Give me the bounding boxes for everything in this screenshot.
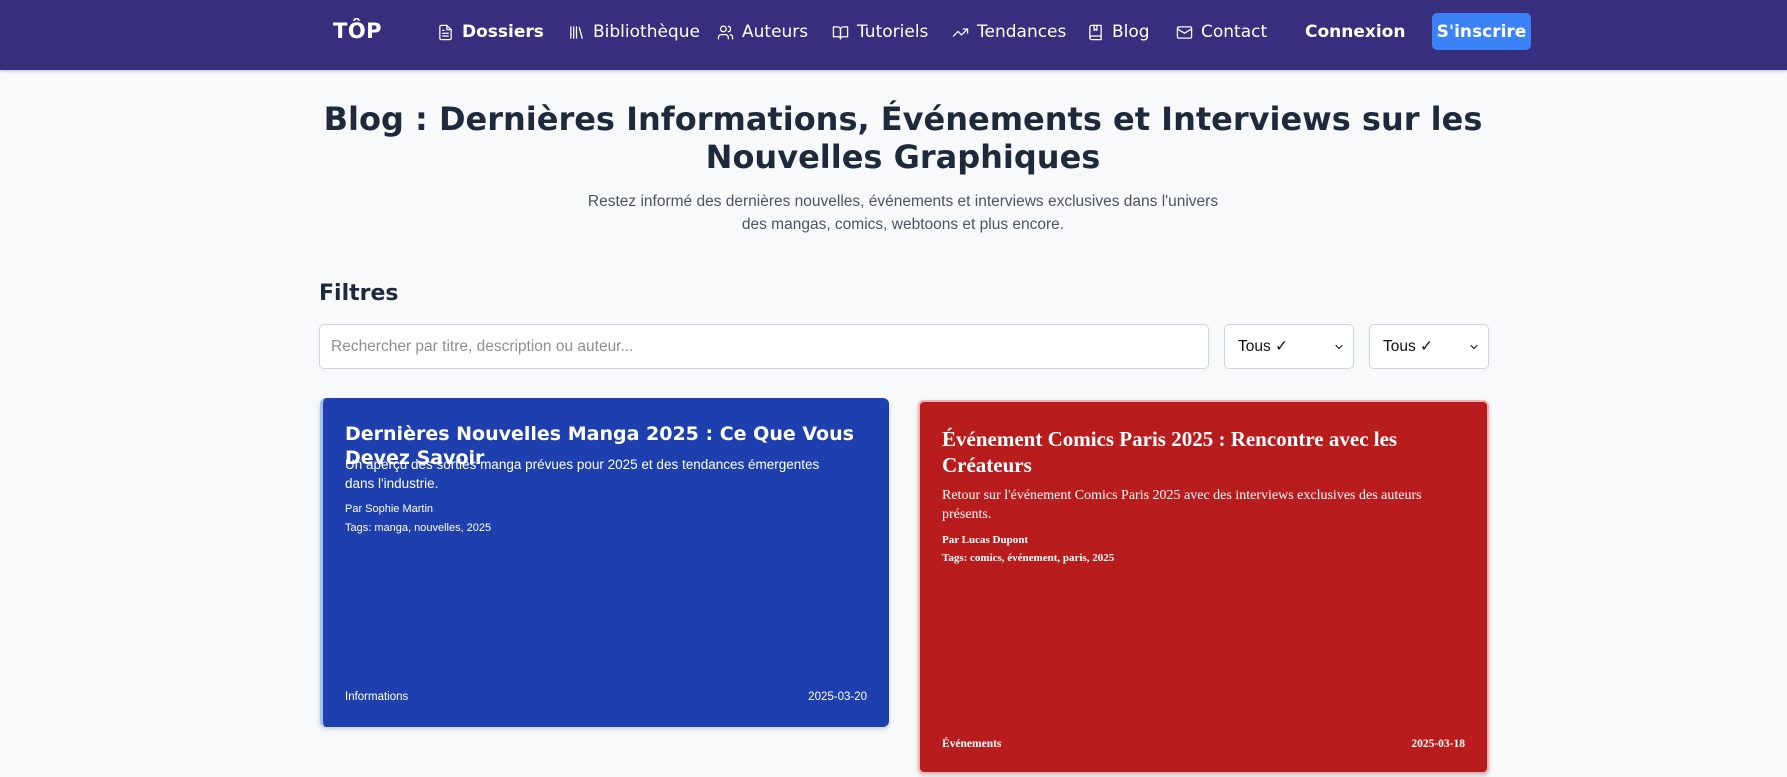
nav-item-tendances[interactable]: Tendances	[952, 19, 1066, 45]
nav-item-label: Contact	[1201, 22, 1268, 42]
card-author: Par Sophie Martin	[345, 503, 434, 515]
search-input[interactable]	[319, 324, 1209, 369]
book-icon	[1089, 24, 1102, 40]
card-tags: Tags: manga, nouvelles, 2025	[345, 522, 492, 534]
nav-item-label: Tendances	[977, 22, 1067, 42]
signup-button[interactable]: S'inscrire	[1432, 13, 1531, 50]
card-category: Événements	[942, 738, 1002, 750]
nav-item-tutoriels[interactable]: Tutoriels	[832, 19, 928, 45]
brand-logo[interactable]: TÔP	[333, 19, 382, 43]
nav-item-label: Dossiers	[462, 22, 544, 42]
mail-icon	[1176, 25, 1193, 39]
nav-item-auteurs[interactable]: Auteurs	[717, 19, 808, 45]
trending-up-icon	[952, 27, 969, 37]
card-date: 2025-03-20	[808, 691, 867, 703]
card-category: Informations	[345, 691, 409, 703]
card-author: Par Lucas Dupont	[942, 534, 1028, 546]
tag-select[interactable]: Tous ✓	[1369, 324, 1489, 369]
blog-card[interactable]: Dernières Nouvelles Manga 2025 : Ce Que …	[320, 398, 889, 727]
tag-select-value: Tous ✓	[1383, 338, 1434, 355]
page-subtitle: Restez informé des dernières nouvelles, …	[587, 193, 1219, 233]
nav-item-blog[interactable]: Blog	[1087, 19, 1150, 45]
nav-item-label: Bibliothèque	[593, 22, 700, 42]
login-link[interactable]: Connexion	[1305, 19, 1405, 45]
page-title: Blog : Dernières Informations, Événement…	[323, 100, 1483, 176]
chevron-down-icon	[1335, 344, 1343, 349]
chevron-down-icon	[1470, 344, 1478, 349]
card-tags: Tags: comics, événement, paris, 2025	[942, 552, 1115, 564]
nav-item-label: Tutoriels	[857, 22, 929, 42]
users-icon	[717, 24, 734, 40]
card-title: Événement Comics Paris 2025 : Rencontre …	[942, 427, 1398, 477]
file-text-icon	[439, 24, 452, 40]
nav-item-dossiers[interactable]: Dossiers	[437, 19, 544, 45]
card-description: Retour sur l'événement Comics Paris 2025…	[942, 488, 1422, 522]
library-icon	[570, 25, 583, 39]
top-navbar: TÔP Dossiers Bibliothèque Auteurs Tutori…	[0, 0, 1787, 70]
category-select[interactable]: Tous ✓	[1224, 324, 1354, 369]
nav-item-contact[interactable]: Contact	[1176, 19, 1267, 45]
category-select-value: Tous ✓	[1238, 338, 1289, 355]
filters-heading: Filtres	[319, 281, 399, 306]
card-description: Un aperçu des sorties manga prévues pour…	[345, 457, 820, 491]
card-date: 2025-03-18	[1411, 738, 1465, 750]
book-open-icon	[832, 25, 849, 40]
nav-item-label: Auteurs	[742, 22, 809, 42]
nav-item-label: Blog	[1112, 22, 1150, 42]
blog-card[interactable]: Événement Comics Paris 2025 : Rencontre …	[918, 400, 1489, 774]
nav-item-bibliotheque[interactable]: Bibliothèque	[568, 19, 700, 45]
